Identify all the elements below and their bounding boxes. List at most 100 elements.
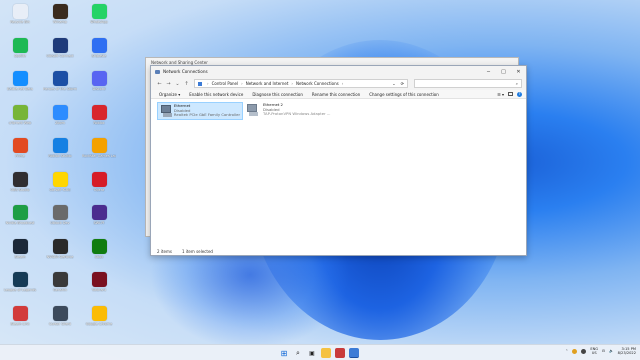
desktop-icon[interactable]: Zoom	[43, 104, 77, 135]
steam-link-icon	[12, 305, 28, 321]
connection-item-ethernet-2[interactable]: Ethernet 2 Disabled TAP-ProtonVPN Window…	[244, 102, 342, 120]
chevron-up-icon[interactable]: ⌃	[565, 349, 568, 353]
date: 8/23/2022	[617, 351, 636, 356]
taskbar: ⊞ ⌕ ▣ ⌃ ENG US ⊟ 🔈 3:15 PM 8/23/2022	[0, 344, 640, 360]
desktop-icon[interactable]: WhatsApp	[82, 4, 116, 34]
organize-button[interactable]: Organize ▾	[159, 92, 180, 97]
desktop-icon[interactable]: Valorant	[82, 272, 116, 302]
desktop-icon[interactable]: Discord	[82, 71, 116, 101]
app-icon[interactable]	[335, 348, 345, 358]
clock[interactable]: 3:15 PM 8/23/2022	[618, 347, 636, 356]
preview-pane-icon[interactable]	[508, 92, 513, 96]
refresh-icon[interactable]: ⟳	[401, 81, 404, 86]
desktop-icon[interactable]: Heroes of the Storm	[43, 71, 77, 101]
windows-start-icon[interactable]: ⊞	[279, 348, 289, 358]
up-button[interactable]: ↑	[182, 81, 191, 87]
system-tray: ⌃ ENG US ⊟ 🔈 3:15 PM 8/23/2022	[565, 347, 636, 356]
desktop-icon[interactable]: Spotify	[3, 37, 37, 68]
breadcrumb-network-internet[interactable]: Network and Internet	[246, 81, 289, 86]
desktop-icon[interactable]: Xbox	[82, 238, 116, 269]
file-explorer-icon[interactable]	[321, 348, 331, 358]
desktop-icon[interactable]: Snipaste	[82, 37, 116, 68]
back-button[interactable]: ←	[155, 81, 164, 87]
rename-button[interactable]: Rename this connection	[312, 92, 360, 97]
recent-locations-button[interactable]: ⌄	[173, 81, 182, 87]
icue-icon	[52, 171, 68, 187]
desktop-icon-label: Battle.net Beta	[7, 87, 33, 91]
desktop-icon-label: uTorrent Web	[8, 120, 32, 125]
desktop-icon[interactable]: NVIDIA GeForce	[43, 238, 77, 269]
desktop-icon[interactable]: Ubisoft Connect	[43, 37, 77, 68]
forward-button[interactable]: →	[164, 81, 173, 87]
desktop-icon[interactable]: Opera	[82, 171, 116, 202]
desktop-icon[interactable]: League of Legends	[3, 272, 37, 302]
change-settings-button[interactable]: Change settings of this connection	[369, 92, 439, 97]
desktop-icon[interactable]: Google Chrome	[82, 305, 116, 336]
desktop-icon-label: Nvidia Broadcast	[5, 221, 35, 225]
breadcrumb-control-panel[interactable]: Control Panel	[212, 81, 239, 86]
genshin-icon	[52, 272, 68, 287]
desktop-icon[interactable]: uTorrent Web	[3, 104, 37, 135]
connection-device: TAP-ProtonVPN Windows Adapter ...	[263, 111, 331, 117]
desktop-icon-label: Heroes of the Storm	[43, 87, 77, 91]
close-button[interactable]: ✕	[511, 66, 526, 77]
search-icon[interactable]: ⌕	[293, 348, 303, 358]
desktop-icon-label: Rockstar Games Launcher	[82, 154, 116, 158]
desktop-icon-label: Discord	[92, 87, 106, 91]
connections-list: Ethernet Disabled Realtek PCIe GbE Famil…	[151, 99, 526, 239]
desktop-icon-label: Opera	[93, 187, 105, 192]
title-bar[interactable]: Network Connections ─ □ ✕	[151, 66, 526, 77]
control-panel-icon[interactable]	[349, 348, 359, 358]
desktop-icon[interactable]: Roblox Studio	[43, 138, 77, 168]
search-input[interactable]: ⌕	[414, 79, 522, 88]
desktop-icon[interactable]: Winamp	[43, 4, 77, 34]
desktop-icon[interactable]: Corsair iCUE	[43, 171, 77, 202]
nvidia-icon	[52, 238, 68, 254]
desktop-icon[interactable]: Cursor Client	[43, 305, 77, 336]
volume-icon[interactable]: 🔈	[609, 349, 613, 353]
view-options-icon[interactable]: ☰ ▾	[497, 92, 504, 97]
desktop-icon[interactable]: SWI-Pl	[82, 205, 116, 235]
task-view-icon[interactable]: ▣	[307, 348, 317, 358]
recycle-bin-icon	[12, 4, 28, 19]
network-connections-window[interactable]: Network Connections ─ □ ✕ ← → ⌄ ↑ › Cont…	[150, 65, 527, 256]
desktop-icon[interactable]: Recycle Bin	[3, 4, 37, 34]
tray-app-icon[interactable]	[572, 348, 578, 354]
desktop-icon[interactable]: Genshin	[43, 272, 77, 302]
desktop-icon[interactable]: Prime	[3, 138, 37, 168]
desktop-icon-label: Cursor Client	[48, 321, 72, 326]
swipl-icon	[91, 205, 107, 220]
desktop-icon-label: SWI-Pl	[93, 221, 105, 225]
connection-item-ethernet[interactable]: Ethernet Disabled Realtek PCIe GbE Famil…	[157, 102, 243, 120]
network-adapter-icon	[160, 105, 172, 117]
desktop-icon[interactable]: Rockstar Games Launcher	[82, 138, 116, 168]
desktop-icon[interactable]: Ublock Dev	[43, 205, 77, 235]
desktop-icon[interactable]: OBS Studio	[3, 171, 37, 202]
language-indicator[interactable]: ENG US	[590, 347, 598, 356]
desktop-icon[interactable]: Roblox	[82, 104, 116, 135]
address-bar[interactable]: › Control Panel › Network and Internet ›…	[194, 79, 408, 88]
diagnose-button[interactable]: Diagnose this connection	[252, 92, 303, 97]
desktop-icon-label: NVIDIA GeForce	[46, 254, 74, 259]
desktop-icon[interactable]: Nvidia Broadcast	[3, 205, 37, 235]
desktop-icon[interactable]: Battle.net Beta	[3, 71, 37, 101]
desktop-icon-label: OBS Studio	[10, 187, 30, 192]
utorrent-icon	[12, 104, 28, 120]
desktop-icon[interactable]: Steam Link	[3, 305, 37, 336]
breadcrumb-network-connections[interactable]: Network Connections	[296, 81, 339, 86]
item-count: 2 items	[157, 248, 172, 254]
chevron-down-icon[interactable]: ⌄	[392, 81, 395, 86]
tray-app-icon-2[interactable]	[581, 348, 587, 354]
maximize-button[interactable]: □	[496, 66, 511, 77]
minimize-button[interactable]: ─	[481, 66, 496, 77]
opera-icon	[91, 171, 107, 187]
desktop-icon-label: Ubisoft Connect	[46, 53, 74, 58]
enable-device-button[interactable]: Enable this network device	[189, 92, 243, 97]
desktop-icon[interactable]: Steam	[3, 238, 37, 269]
desktop-icon-label: Genshin	[53, 288, 67, 292]
hots-icon	[52, 71, 68, 86]
xbox-icon	[91, 238, 107, 254]
network-icon[interactable]: ⊟	[602, 349, 605, 353]
whatsapp-icon	[91, 4, 107, 19]
help-icon[interactable]: ?	[517, 91, 522, 97]
